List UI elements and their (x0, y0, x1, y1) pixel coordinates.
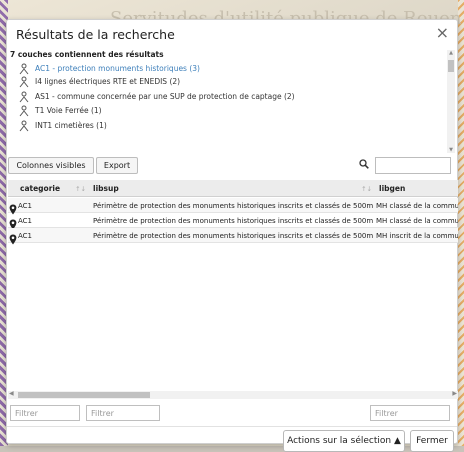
search-results-dialog: Résultats de la recherche × 7 couches co… (6, 19, 458, 452)
table-row[interactable]: AC1 Périmètre de protection des monument… (8, 228, 458, 245)
table-horizontal-scrollbar[interactable]: ◀ ▶ (8, 390, 458, 399)
layer-person-icon (19, 120, 31, 132)
scroll-down-arrow-icon[interactable]: ▼ (447, 147, 455, 153)
filter-input-libgen[interactable]: Filtrer (370, 405, 450, 421)
column-header-libsup[interactable]: libsup ↑↓ (90, 180, 376, 197)
summary-scroll-thumb[interactable] (448, 60, 454, 72)
horizontal-scroll-thumb[interactable] (18, 392, 150, 398)
table-row[interactable]: AC1 Périmètre de protection des monument… (8, 213, 458, 230)
results-summary: 7 couches contiennent des résultats AC1 … (9, 50, 449, 153)
result-layer-label: T1 Voie Ferrée (1) (35, 106, 102, 115)
cell-libgen: MH classé de la commune (376, 201, 458, 210)
result-layer-label: INT1 cimetières (1) (35, 121, 107, 130)
results-table: categorie ↑↓ libsup ↑↓ libgen AC1 Périmè… (8, 180, 458, 402)
result-layer-item[interactable]: INT1 cimetières (1) (19, 119, 107, 132)
selection-actions-button[interactable]: Actions sur la sélection ▲ (283, 430, 405, 452)
cell-categorie: AC1 (18, 201, 33, 210)
cell-categorie: AC1 (18, 216, 33, 225)
close-button[interactable]: Fermer (410, 430, 454, 452)
filter-input-libsup[interactable]: Filtrer (86, 405, 160, 421)
map-layer-stripe-right (458, 0, 464, 446)
scroll-right-arrow-icon[interactable]: ▶ (452, 390, 457, 397)
result-layer-item[interactable]: I4 lignes électriques RTE et ENEDIS (2) (19, 75, 180, 88)
layer-person-icon (19, 76, 31, 88)
map-marker-icon[interactable] (9, 230, 17, 245)
map-marker-icon[interactable] (9, 200, 17, 215)
map-marker-icon[interactable] (9, 215, 17, 230)
layer-person-icon (19, 91, 31, 103)
summary-scrollbar[interactable]: ▲ ▼ (447, 50, 455, 153)
result-layer-label: I4 lignes électriques RTE et ENEDIS (2) (35, 77, 181, 86)
cell-libgen: MH classé de la commune (376, 216, 458, 225)
scroll-left-arrow-icon[interactable]: ◀ (9, 390, 14, 397)
result-layer-item[interactable]: T1 Voie Ferrée (1) (19, 104, 102, 117)
filter-input-categorie[interactable]: Filtrer (10, 405, 80, 421)
table-toolbar: Colonnes visibles Export (7, 156, 457, 176)
layer-person-icon (19, 63, 31, 75)
cell-categorie: AC1 (18, 231, 33, 240)
table-header: categorie ↑↓ libsup ↑↓ libgen (8, 180, 458, 197)
column-header-libgen[interactable]: libgen (376, 180, 458, 197)
cell-libsup: Périmètre de protection des monuments hi… (93, 201, 374, 210)
footer-divider (7, 426, 457, 427)
table-row[interactable]: AC1 Périmètre de protection des monument… (8, 198, 458, 215)
summary-title: 7 couches contiennent des résultats (10, 50, 164, 59)
cell-libsup: Périmètre de protection des monuments hi… (93, 216, 374, 225)
layer-person-icon (19, 105, 31, 117)
scroll-up-arrow-icon[interactable]: ▲ (447, 50, 455, 56)
sort-icon[interactable]: ↑↓ (75, 185, 86, 193)
result-layer-label: AC1 - protection monuments historiques (… (35, 64, 200, 73)
sort-icon[interactable]: ↑↓ (361, 185, 372, 193)
result-layer-item[interactable]: AC1 - protection monuments historiques (… (19, 62, 200, 75)
dialog-title: Résultats de la recherche (16, 27, 175, 42)
cell-libsup: Périmètre de protection des monuments hi… (93, 231, 374, 240)
search-icon (359, 159, 369, 172)
dialog-header: Résultats de la recherche × (7, 20, 457, 48)
column-header-categorie[interactable]: categorie ↑↓ (8, 180, 90, 197)
cell-libgen: MH inscrit de la commune (376, 231, 458, 240)
result-layer-label: AS1 - commune concernée par une SUP de p… (35, 92, 295, 101)
export-button[interactable]: Export (96, 157, 138, 174)
table-search-input[interactable] (375, 157, 451, 174)
result-layer-item[interactable]: AS1 - commune concernée par une SUP de p… (19, 90, 295, 103)
close-icon[interactable]: × (436, 25, 449, 41)
visible-columns-button[interactable]: Colonnes visibles (8, 157, 94, 174)
